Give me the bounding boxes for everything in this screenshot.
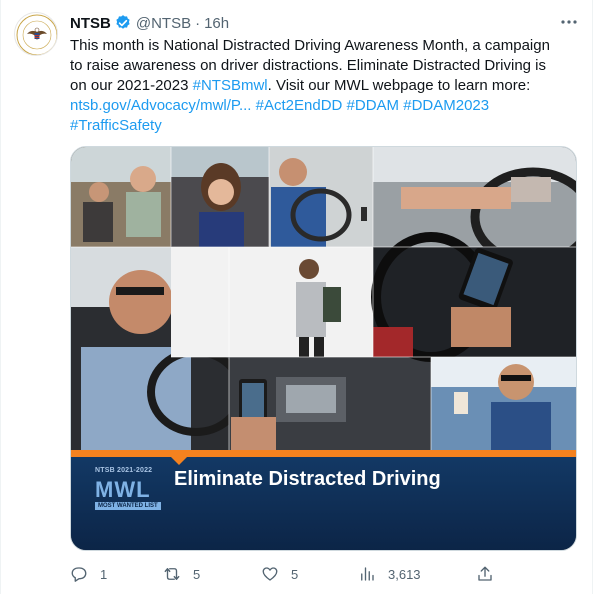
retweet-count: 5	[193, 566, 201, 582]
mwl-banner: NTSB 2021-2022 MWL MOST WANTED LIST Elim…	[71, 450, 576, 550]
tweet-text: This month is National Distracted Drivin…	[70, 36, 580, 136]
tweet-text-segment: This month is National Distracted Drivin…	[70, 37, 550, 54]
author-handle[interactable]: @NTSB	[136, 15, 191, 32]
avatar[interactable]	[14, 12, 58, 56]
tweet-text-line: ntsb.gov/Advocacy/mwl/P... #Act2EndDD #D…	[70, 96, 580, 116]
retweet-button[interactable]: 5	[163, 564, 200, 584]
hashtag-link[interactable]: #DDAM2023	[403, 97, 489, 114]
tweet-text-segment: on our 2021-2023	[70, 77, 193, 94]
banner-notch	[171, 457, 187, 465]
retweet-icon	[164, 568, 180, 580]
tweet-header: NTSB @NTSB · 16h	[70, 13, 229, 33]
like-button[interactable]: 5	[261, 564, 298, 584]
mwl-years: NTSB 2021-2022	[95, 467, 153, 474]
views-chart-icon	[361, 567, 374, 581]
share-icon	[478, 566, 492, 581]
separator-dot: ·	[195, 14, 201, 32]
tweet-text-line: to raise awareness on driver distraction…	[70, 56, 580, 76]
mwl-logo: MWL	[95, 477, 151, 502]
banner-orange-stripe	[71, 450, 576, 457]
tweet-media-image[interactable]: NTSB 2021-2022 MWL MOST WANTED LIST Elim…	[70, 146, 577, 551]
hashtag-link[interactable]: #TrafficSafety	[70, 117, 162, 134]
banner-title: Eliminate Distracted Driving	[174, 468, 441, 490]
heart-icon	[262, 567, 278, 581]
tweet-timestamp[interactable]: 16h	[204, 15, 229, 32]
reply-icon	[71, 567, 87, 582]
url-link[interactable]: ntsb.gov/Advocacy/mwl/P...	[70, 97, 251, 114]
views-count: 3,613	[388, 566, 421, 582]
tweet-text-segment: to raise awareness on driver distraction…	[70, 57, 547, 74]
ntsb-seal-logo	[16, 14, 57, 55]
hashtag-link[interactable]: #DDAM	[347, 97, 400, 114]
like-count: 5	[291, 566, 299, 582]
reply-count: 1	[100, 566, 108, 582]
reply-button[interactable]: 1	[70, 564, 107, 584]
tweet-text-line: #TrafficSafety	[70, 116, 580, 136]
verified-badge-icon	[116, 15, 130, 29]
hashtag-link[interactable]: #Act2EndDD	[256, 97, 343, 114]
distracted-driving-collage	[71, 147, 576, 450]
views-button[interactable]: 3,613	[358, 564, 421, 584]
mwl-subtitle: MOST WANTED LIST	[95, 502, 161, 510]
tweet-text-line: on our 2021-2023 #NTSBmwl. Visit our MWL…	[70, 76, 580, 96]
tweet-card[interactable]: NTSB @NTSB · 16h This month is National …	[0, 0, 593, 594]
hashtag-link[interactable]: #NTSBmwl	[193, 77, 268, 94]
tweet-actions: 1 5 5 3,613	[70, 564, 510, 584]
tweet-text-line: This month is National Distracted Drivin…	[70, 36, 580, 56]
author-name[interactable]: NTSB	[70, 15, 111, 32]
more-horizontal-icon	[561, 20, 577, 24]
tweet-text-segment: . Visit our MWL webpage to learn more:	[267, 77, 531, 94]
more-options-icon[interactable]	[558, 12, 580, 32]
share-button[interactable]	[476, 564, 506, 584]
